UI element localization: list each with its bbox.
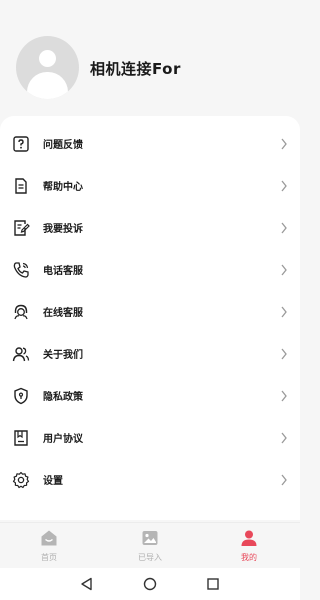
tab-imported[interactable]: 已导入 xyxy=(120,523,180,569)
gear-icon xyxy=(12,471,30,489)
menu-list: 问题反馈 帮助中心 我要投诉 电话客服 在线客服 关于我们 隐私政策 用户协议 … xyxy=(0,116,300,520)
username[interactable]: 相机连接For xyxy=(90,58,181,79)
people-icon xyxy=(12,347,30,362)
chevron-right-icon xyxy=(281,474,287,486)
gallery-icon xyxy=(142,531,158,545)
chevron-right-icon xyxy=(281,180,287,192)
tab-mine[interactable]: 我的 xyxy=(219,523,279,569)
profile-header: 相机连接For xyxy=(0,0,300,118)
menu-item-label: 关于我们 xyxy=(43,350,83,361)
chevron-right-icon xyxy=(281,306,287,318)
menu-item-complaint[interactable]: 我要投诉 xyxy=(0,208,300,248)
agreement-icon xyxy=(14,430,28,446)
tab-home[interactable]: 首页 xyxy=(19,523,79,569)
avatar[interactable] xyxy=(16,36,79,99)
avatar-body-shape xyxy=(27,72,68,99)
avatar-head-shape xyxy=(39,50,56,67)
chevron-right-icon xyxy=(281,138,287,150)
chevron-right-icon xyxy=(281,264,287,276)
menu-item-label: 设置 xyxy=(43,476,63,487)
menu-item-help-center[interactable]: 帮助中心 xyxy=(0,166,300,206)
menu-item-label: 我要投诉 xyxy=(43,224,83,235)
tab-label: 首页 xyxy=(41,553,57,562)
help-document-icon xyxy=(15,178,27,194)
bottom-tab-bar: 首页 已导入 我的 xyxy=(0,522,300,568)
chevron-right-icon xyxy=(281,432,287,444)
headset-icon xyxy=(14,304,28,320)
recents-icon[interactable] xyxy=(206,577,220,591)
menu-item-privacy-policy[interactable]: 隐私政策 xyxy=(0,376,300,416)
home-icon xyxy=(41,530,57,546)
menu-item-about-us[interactable]: 关于我们 xyxy=(0,334,300,374)
tab-label: 已导入 xyxy=(138,553,162,562)
system-navigation-bar xyxy=(0,568,300,600)
tab-label: 我的 xyxy=(241,553,257,562)
menu-item-label: 用户协议 xyxy=(43,434,83,445)
menu-item-label: 帮助中心 xyxy=(43,182,83,193)
menu-item-label: 问题反馈 xyxy=(43,140,83,151)
menu-item-user-agreement[interactable]: 用户协议 xyxy=(0,418,300,458)
shield-icon xyxy=(14,387,28,405)
menu-item-label: 在线客服 xyxy=(43,308,83,319)
home-circle-icon[interactable] xyxy=(143,577,157,591)
menu-item-feedback[interactable]: 问题反馈 xyxy=(0,124,300,164)
menu-item-label: 电话客服 xyxy=(43,266,83,277)
menu-item-online-service[interactable]: 在线客服 xyxy=(0,292,300,332)
user-icon xyxy=(241,530,257,546)
back-icon[interactable] xyxy=(80,577,94,591)
chevron-right-icon xyxy=(281,348,287,360)
menu-item-settings[interactable]: 设置 xyxy=(0,460,300,500)
chevron-right-icon xyxy=(281,390,287,402)
complaint-icon xyxy=(14,220,30,236)
menu-item-phone-service[interactable]: 电话客服 xyxy=(0,250,300,290)
chevron-right-icon xyxy=(281,222,287,234)
menu-item-label: 隐私政策 xyxy=(43,392,83,403)
feedback-icon xyxy=(13,136,29,152)
phone-icon xyxy=(13,262,29,278)
